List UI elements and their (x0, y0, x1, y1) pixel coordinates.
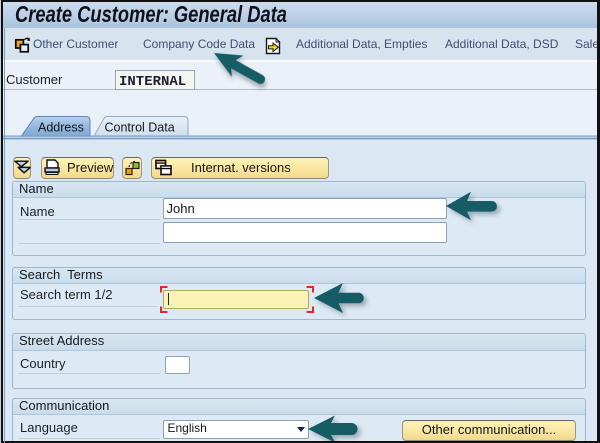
svg-text:Create Customer: General Data: Create Customer: General Data (15, 2, 287, 27)
svg-text:Address: Address (38, 121, 84, 135)
svg-text:Control Data: Control Data (105, 121, 175, 135)
